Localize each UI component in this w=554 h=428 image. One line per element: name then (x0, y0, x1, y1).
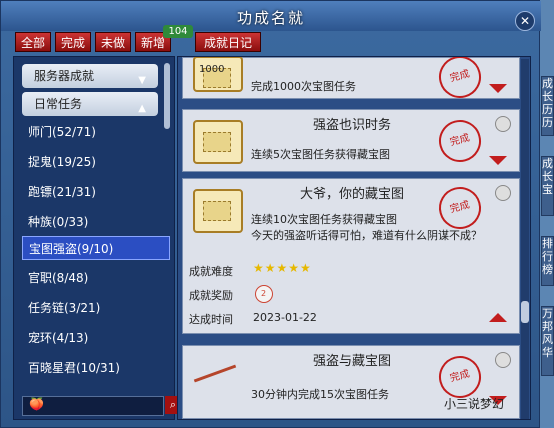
collapse-arrow-icon[interactable] (489, 313, 507, 322)
achievement-card[interactable]: 强盗也识时务 连续5次宝图任务获得藏宝图 完成 (182, 109, 520, 172)
search-icon: ⌕ (169, 398, 177, 411)
reward-label: 成就奖励 (189, 289, 233, 302)
side-tab-2[interactable]: 成长宝 (541, 156, 554, 216)
peach-icon (495, 352, 511, 368)
icon-count-label: 1000 (199, 64, 225, 75)
category-daily[interactable]: 日常任务 ▲ (22, 92, 158, 116)
difficulty-stars: ★★★★★ (253, 261, 312, 275)
window-title: 功成名就 (236, 9, 305, 27)
tab-completed[interactable]: 完成 (55, 32, 91, 52)
search-input[interactable]: 🍑 (22, 396, 164, 416)
chevron-down-icon: ▼ (138, 75, 146, 86)
achievement-desc: 完成1000次宝图任务 (251, 80, 356, 93)
right-scrollbar-track[interactable] (521, 59, 529, 419)
achievement-tooltip: 今天的强盗听话得可怕，难道有什么阴谋不成？ (251, 229, 482, 242)
category-server[interactable]: 服务器成就 ▼ (22, 64, 158, 88)
task-item-chonghuan[interactable]: 宠环(4/13) (22, 326, 170, 350)
tab-not-done[interactable]: 未做 (95, 32, 131, 52)
side-tab-4[interactable]: 万邦风华 (541, 306, 554, 376)
category-panel: 服务器成就 ▼ 日常任务 ▲ 师门(52/71) 捉鬼(19/25) 跑镖(21… (13, 56, 181, 420)
titlebar[interactable]: 功成名就 ✕ (1, 1, 541, 31)
task-item-shimen[interactable]: 师门(52/71) (22, 120, 170, 144)
scroll-icon (193, 189, 243, 233)
difficulty-label: 成就难度 (189, 265, 233, 278)
task-item-guanzhi[interactable]: 官职(8/48) (22, 266, 170, 290)
task-item-zhuogui[interactable]: 捉鬼(19/25) (22, 150, 170, 174)
tab-all[interactable]: 全部 (15, 32, 51, 52)
task-item-baixiao[interactable]: 百晓星君(10/31) (22, 356, 170, 380)
new-count-badge: 104 (163, 25, 193, 38)
task-item-baotu-selected[interactable]: 宝图强盗(9/10) (22, 236, 170, 260)
completed-seal-icon: 完成 (434, 57, 486, 103)
achievement-list: 1000 完成1000次宝图任务 完成 强盗也识时务 连续5次宝图任务获得藏宝图… (177, 56, 531, 420)
achievement-card[interactable]: 1000 完成1000次宝图任务 完成 (182, 57, 520, 103)
side-tab-1[interactable]: 成长历历 (541, 76, 554, 136)
task-item-renwulian[interactable]: 任务链(3/21) (22, 296, 170, 320)
category-label: 服务器成就 (34, 69, 95, 83)
watermark-text: 小三说梦幻 (444, 397, 505, 411)
right-scrollbar-thumb[interactable] (521, 301, 529, 323)
completion-date: 2023-01-22 (253, 311, 317, 324)
achievement-desc: 连续10次宝图任务获得藏宝图 (251, 213, 397, 226)
task-item-zhongzu[interactable]: 种族(0/33) (22, 210, 170, 234)
close-button[interactable]: ✕ (515, 11, 535, 31)
achievement-card-expanded[interactable]: 大爷，你的藏宝图 连续10次宝图任务获得藏宝图 今天的强盗听话得可怕，难道有什么… (182, 178, 520, 334)
reward-count: 2 (261, 289, 267, 298)
achievement-desc: 连续5次宝图任务获得藏宝图 (251, 148, 390, 161)
chevron-up-icon: ▲ (138, 103, 146, 114)
task-item-paobiao[interactable]: 跑镖(21/31) (22, 180, 170, 204)
left-scrollbar[interactable] (164, 63, 170, 129)
expand-arrow-icon[interactable] (489, 156, 507, 165)
peach-icon (495, 116, 511, 132)
time-label: 达成时间 (189, 313, 233, 326)
category-label: 日常任务 (34, 97, 83, 111)
expand-arrow-icon[interactable] (489, 84, 507, 93)
peach-icon (495, 185, 511, 201)
close-icon: ✕ (519, 14, 531, 28)
tab-achievement-diary[interactable]: 成就日记 (195, 32, 261, 52)
peach-icon: 🍑 (29, 397, 44, 411)
achievement-desc: 30分钟内完成15次宝图任务 (251, 388, 389, 401)
scroll-icon (193, 120, 243, 164)
side-tab-3[interactable]: 排行榜 (541, 236, 554, 286)
achievement-window: 功成名就 ✕ 全部 完成 未做 新增 104 成就日记 服务器成就 ▼ 日常任务… (0, 0, 541, 428)
